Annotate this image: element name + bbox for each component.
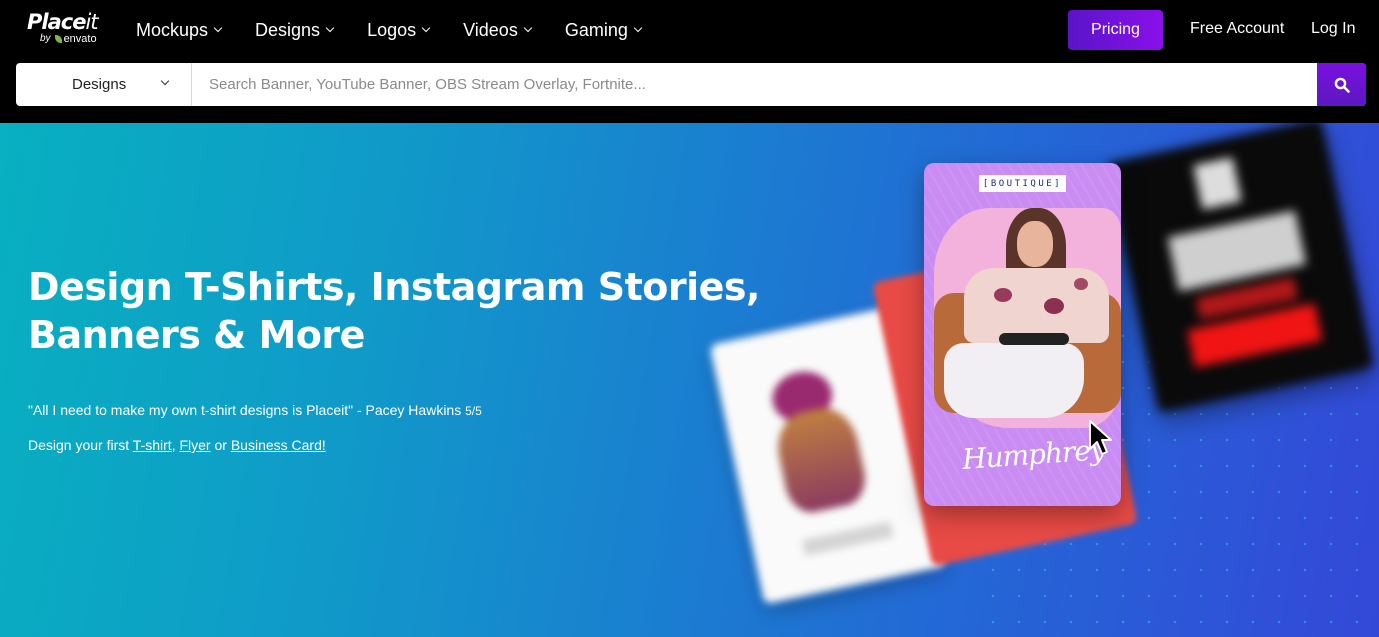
flyer-link[interactable]: Flyer [179, 437, 210, 453]
placeit-logo[interactable]: Placeit by envato [27, 10, 117, 48]
logo-envato: envato [63, 33, 97, 45]
envato-leaf-icon [54, 35, 62, 43]
tshirt-link[interactable]: T-shirt [133, 437, 172, 453]
nav-item-logos[interactable]: Logos [367, 19, 431, 41]
testimonial-rating: 5/5 [465, 404, 482, 418]
shirt-flower [1044, 298, 1064, 314]
cta-separator: or [214, 437, 227, 453]
testimonial-quote: "All I need to make my own t-shirt desig… [28, 402, 462, 418]
category-selected-label: Designs [72, 76, 127, 93]
logo-place: Place [27, 10, 86, 34]
shirt-flower [1074, 278, 1088, 290]
cta-line: Design your first T-shirt, Flyer or Busi… [28, 437, 326, 453]
nav-item-videos[interactable]: Videos [463, 19, 533, 41]
card-caption [802, 521, 894, 556]
model-shirt [964, 268, 1109, 343]
hero-title: Design T-Shirts, Instagram Stories, Bann… [28, 263, 788, 359]
chevron-down-icon [160, 76, 170, 86]
model-face [1017, 221, 1053, 267]
logo-by: by [40, 33, 51, 44]
search-icon [1334, 77, 1350, 93]
nav-item-mockups[interactable]: Mockups [136, 19, 223, 41]
nav-item-gaming[interactable]: Gaming [564, 19, 643, 41]
chevron-down-icon [523, 23, 533, 33]
chevron-down-icon [633, 23, 643, 33]
nav-item-designs[interactable]: Designs [255, 19, 335, 41]
cta-separator: , [171, 437, 176, 453]
bf-logo-graphic [1193, 157, 1242, 210]
logo-wordmark: Placeit [27, 10, 99, 34]
chevron-down-icon [213, 23, 223, 33]
boutique-tag: [BOUTIQUE] [979, 175, 1066, 192]
hero-title-line2: Banners & More [28, 313, 365, 357]
logo-it: it [85, 10, 98, 34]
model-belt [999, 333, 1069, 345]
main-menu: Mockups Designs Logos Videos Gaming [136, 0, 675, 60]
model-pants [944, 343, 1084, 418]
hero-section: Design T-Shirts, Instagram Stories, Bann… [0, 123, 1379, 637]
chevron-down-icon [421, 23, 431, 33]
mouse-cursor-icon [1089, 420, 1112, 455]
login-link[interactable]: Log In [1311, 20, 1355, 38]
nav-item-label: Gaming [564, 19, 628, 40]
nav-item-label: Designs [255, 19, 321, 40]
search-input[interactable] [192, 63, 1317, 106]
cta-prefix: Design your first [28, 437, 130, 453]
search-button[interactable] [1317, 63, 1366, 106]
testimonial: "All I need to make my own t-shirt desig… [28, 402, 482, 418]
nav-item-label: Videos [463, 19, 518, 40]
business-card-link[interactable]: Business Card! [231, 437, 326, 453]
shirt-flower [994, 288, 1012, 302]
category-dropdown[interactable]: Designs [16, 63, 192, 106]
logo-byline: by envato [40, 33, 97, 45]
nav-item-label: Logos [367, 19, 417, 40]
free-account-link[interactable]: Free Account [1190, 20, 1284, 38]
chevron-down-icon [325, 23, 335, 33]
nav-item-label: Mockups [136, 19, 209, 40]
search-bar: Designs [0, 60, 1379, 123]
search-container: Designs [16, 63, 1366, 106]
top-navigation: Placeit by envato Mockups Designs Logos … [0, 0, 1379, 60]
hero-title-line1: Design T-Shirts, Instagram Stories, [28, 265, 760, 309]
pricing-button[interactable]: Pricing [1068, 10, 1163, 50]
